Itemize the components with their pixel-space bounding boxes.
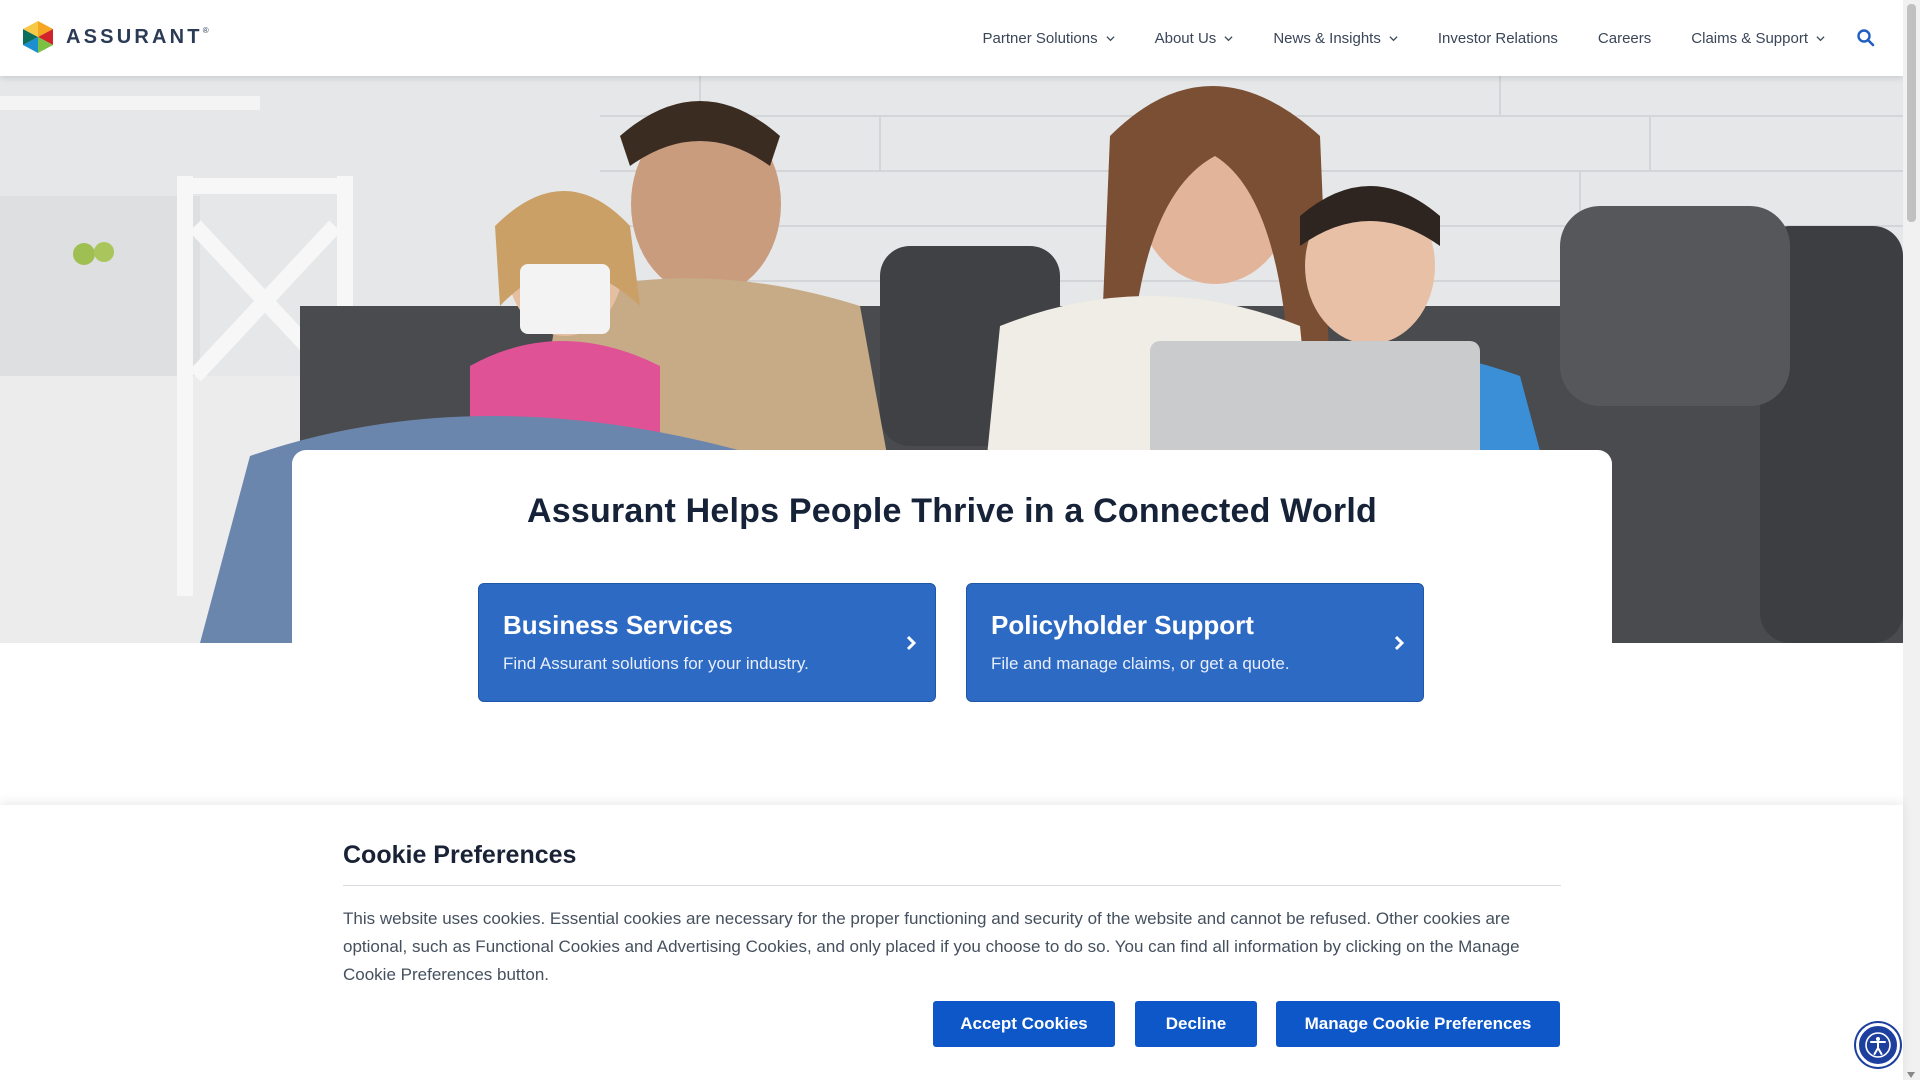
chevron-right-icon bbox=[1394, 635, 1405, 651]
cta-title: Policyholder Support bbox=[991, 610, 1254, 640]
accessibility-figure-icon bbox=[1865, 1032, 1891, 1058]
nav-about-us[interactable]: About Us bbox=[1135, 0, 1254, 76]
hero-title: Assurant Helps People Thrive in a Connec… bbox=[527, 492, 1377, 530]
search-icon[interactable] bbox=[1856, 28, 1876, 48]
cookie-banner: Cookie Preferences This website uses coo… bbox=[0, 805, 1903, 1080]
chevron-right-icon bbox=[906, 635, 917, 651]
nav-claims-support[interactable]: Claims & Support bbox=[1671, 0, 1845, 76]
accessibility-icon[interactable] bbox=[1856, 1023, 1900, 1067]
brand-logo[interactable]: ASSURANT® bbox=[20, 19, 209, 55]
nav-investor-relations[interactable]: Investor Relations bbox=[1418, 0, 1578, 76]
decline-button[interactable]: Decline bbox=[1135, 1001, 1257, 1047]
manage-cookie-preferences-button[interactable]: Manage Cookie Preferences bbox=[1276, 1001, 1560, 1047]
nav-label: Careers bbox=[1597, 29, 1652, 47]
nav-news-insights[interactable]: News & Insights bbox=[1253, 0, 1418, 76]
nav-label: Claims & Support bbox=[1691, 29, 1808, 47]
cta-subtitle: Find Assurant solutions for your industr… bbox=[503, 654, 809, 673]
nav-careers[interactable]: Careers bbox=[1578, 0, 1671, 76]
chevron-down-icon bbox=[1816, 35, 1825, 41]
nav-partner-solutions[interactable]: Partner Solutions bbox=[963, 0, 1135, 76]
scrollbar-thumb[interactable] bbox=[1907, 4, 1916, 222]
assurant-logo-icon bbox=[23, 21, 53, 53]
chevron-down-icon bbox=[1106, 35, 1115, 41]
page: ASSURANT® Partner Solutions About Us New… bbox=[0, 0, 1920, 1080]
cta-subtitle: File and manage claims, or get a quote. bbox=[991, 654, 1290, 673]
nav-label: News & Insights bbox=[1273, 29, 1381, 47]
policyholder-support-button[interactable]: Policyholder Support File and manage cla… bbox=[966, 583, 1424, 702]
site-header: ASSURANT® Partner Solutions About Us New… bbox=[0, 0, 1903, 76]
scroll-down-arrow-icon[interactable] bbox=[1907, 1072, 1915, 1078]
accept-cookies-button[interactable]: Accept Cookies bbox=[933, 1001, 1115, 1047]
main-nav: Partner Solutions About Us News & Insigh… bbox=[963, 0, 1845, 76]
hero-card: Assurant Helps People Thrive in a Connec… bbox=[292, 450, 1612, 710]
cookie-title: Cookie Preferences bbox=[343, 841, 577, 869]
nav-label: Investor Relations bbox=[1437, 29, 1558, 47]
cta-title: Business Services bbox=[503, 610, 733, 640]
chevron-down-icon bbox=[1224, 35, 1233, 41]
page-scrollbar[interactable] bbox=[1903, 0, 1920, 1080]
nav-label: Partner Solutions bbox=[982, 29, 1098, 47]
divider bbox=[343, 885, 1561, 886]
business-services-button[interactable]: Business Services Find Assurant solution… bbox=[478, 583, 936, 702]
brand-name: ASSURANT® bbox=[66, 25, 209, 48]
chevron-down-icon bbox=[1389, 35, 1398, 41]
nav-label: About Us bbox=[1154, 29, 1217, 47]
cookie-text: This website uses cookies. Essential coo… bbox=[343, 909, 1520, 984]
